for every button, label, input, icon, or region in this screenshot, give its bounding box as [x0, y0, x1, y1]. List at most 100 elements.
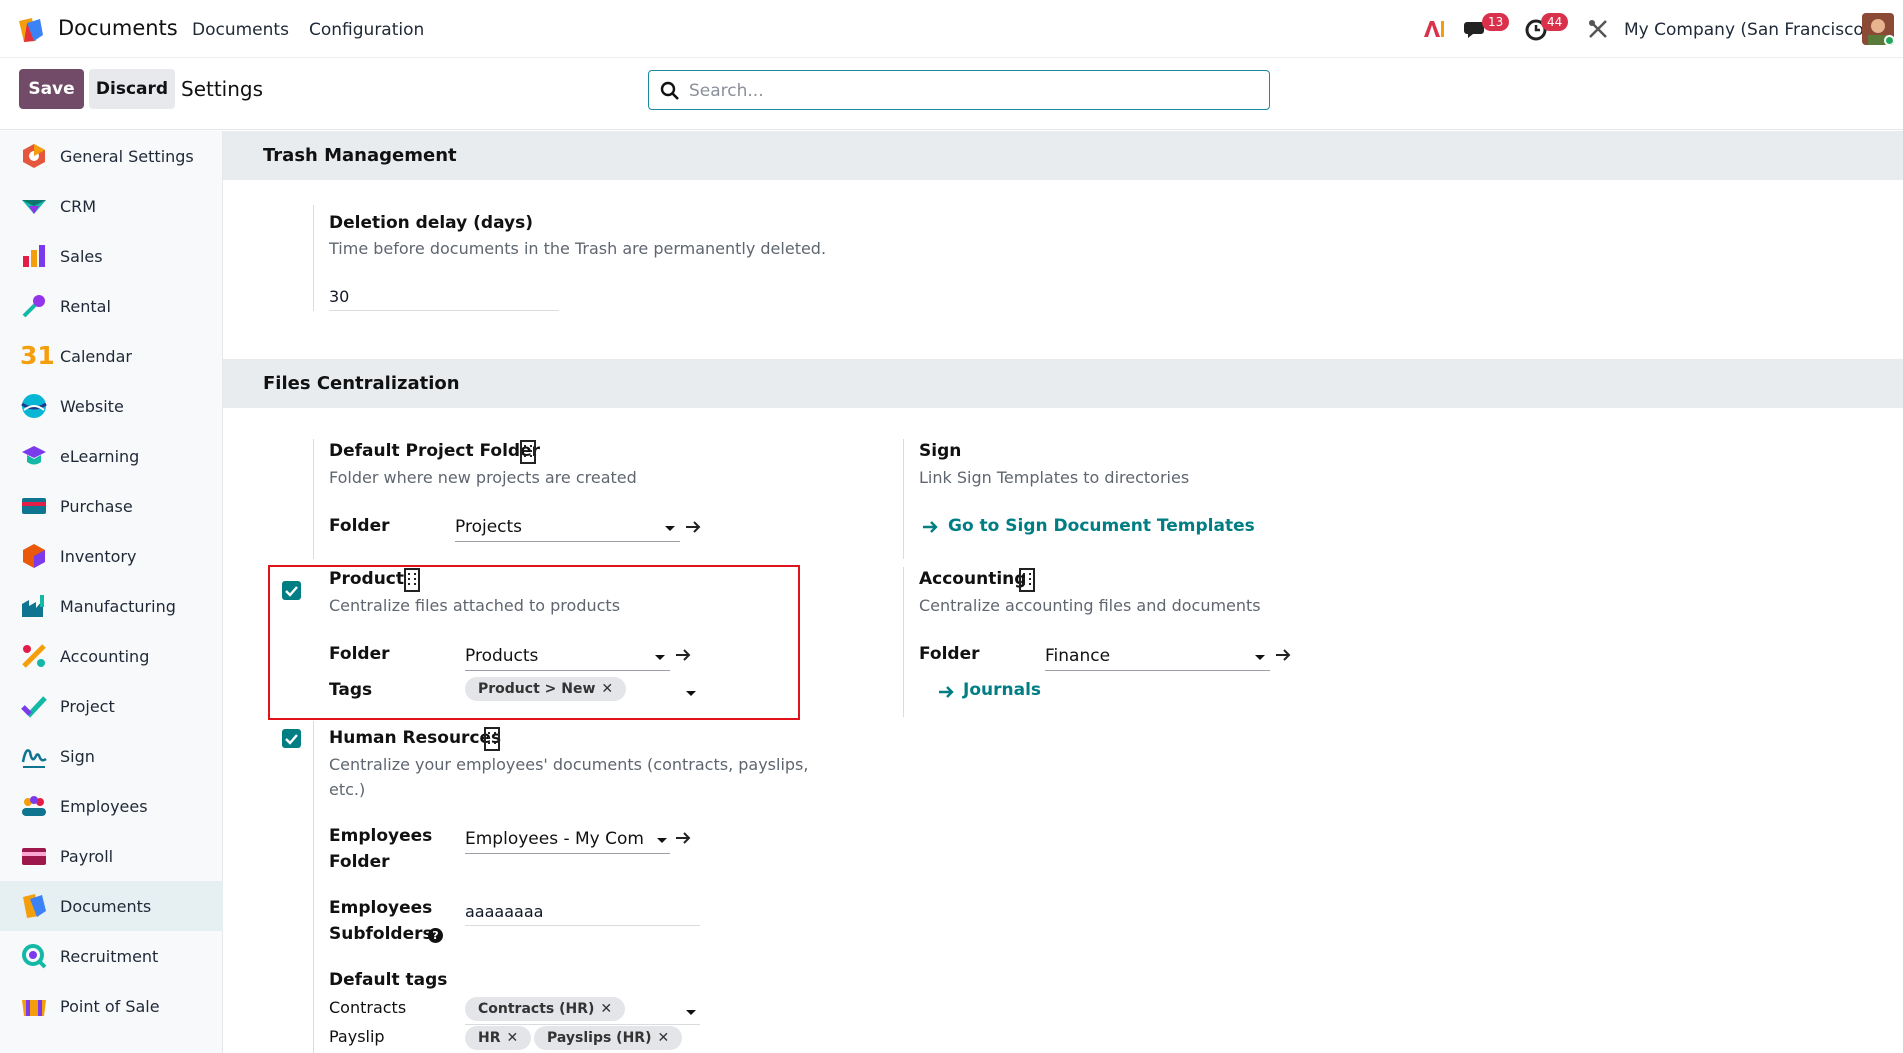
tools-icon[interactable] [1585, 16, 1611, 42]
employees-icon [22, 796, 46, 816]
sidebar-item-calendar[interactable]: 31 Calendar [0, 331, 223, 381]
setting-divider [313, 439, 314, 559]
user-avatar[interactable] [1862, 13, 1894, 45]
section-title: Trash Management [263, 145, 457, 166]
sidebar-item-elearning[interactable]: eLearning [0, 431, 223, 481]
sign-templates-link[interactable]: Go to Sign Document Templates [948, 516, 1255, 536]
sign-icon [21, 749, 47, 768]
tag-pill[interactable]: Payslips (HR) ✕ [534, 1026, 683, 1050]
sidebar-item-recruitment[interactable]: Recruitment [0, 931, 223, 981]
hr-desc-continued: etc.) [329, 780, 366, 799]
remove-tag-icon[interactable]: ✕ [600, 1001, 612, 1017]
sidebar-item-rental[interactable]: Rental [0, 281, 223, 331]
accounting-folder-value: Finance [1045, 646, 1111, 666]
arrow-right-icon[interactable] [1274, 646, 1292, 664]
accounting-folder-select[interactable]: Finance [1045, 643, 1270, 671]
sidebar-item-project[interactable]: Project [0, 681, 223, 731]
folder-label: Folder [919, 644, 980, 664]
sidebar-item-documents[interactable]: Documents [0, 881, 223, 931]
top-navbar: Documents Documents Configuration 13 44 … [0, 0, 1903, 58]
remove-tag-icon[interactable]: ✕ [507, 1030, 519, 1046]
tag-pill[interactable]: HR ✕ [465, 1026, 532, 1050]
sidebar-item-general-settings[interactable]: General Settings [0, 131, 223, 181]
remove-tag-icon[interactable]: ✕ [657, 1030, 669, 1046]
accounting-icon [22, 644, 46, 668]
sidebar-item-label: Sign [60, 746, 95, 766]
tag-pill[interactable]: Contracts (HR) ✕ [465, 997, 626, 1021]
employees-folder-value: Employees - My Com… [465, 829, 645, 849]
sidebar-item-label: Documents [60, 896, 152, 916]
project-folder-select[interactable]: Projects [455, 514, 680, 542]
menu-documents[interactable]: Documents [192, 20, 289, 40]
chevron-down-icon[interactable] [686, 691, 696, 696]
chevron-down-icon[interactable] [686, 1010, 696, 1015]
search-input[interactable] [689, 77, 1249, 105]
sidebar-item-purchase[interactable]: Purchase [0, 481, 223, 531]
contracts-label: Contracts [329, 998, 407, 1017]
rental-icon [22, 295, 45, 318]
sidebar-item-sales[interactable]: Sales [0, 231, 223, 281]
inventory-icon [23, 544, 45, 568]
hr-title: Human Resources [329, 728, 502, 748]
product-folder-select[interactable]: Products [465, 643, 670, 671]
ai-icon[interactable] [1421, 16, 1447, 42]
company-building-icon [484, 727, 500, 751]
sidebar-item-label: Inventory [60, 546, 137, 566]
sidebar-item-label: eLearning [60, 446, 140, 466]
sign-title: Sign [919, 441, 962, 461]
sidebar-item-manufacturing[interactable]: Manufacturing [0, 581, 223, 631]
online-status-dot [1884, 35, 1894, 45]
chevron-down-icon [657, 838, 667, 843]
documents-icon [23, 894, 46, 918]
menu-configuration[interactable]: Configuration [309, 20, 424, 40]
sidebar-item-inventory[interactable]: Inventory [0, 531, 223, 581]
deletion-delay-value: 30 [329, 287, 350, 306]
sales-icon [23, 245, 45, 267]
employees-folder-select[interactable]: Employees - My Com… [465, 826, 670, 854]
arrow-right-icon[interactable] [684, 518, 702, 536]
sidebar-item-employees[interactable]: Employees [0, 781, 223, 831]
sidebar-item-point-of-sale[interactable]: Point of Sale [0, 981, 223, 1031]
tag-label: Payslips (HR) [547, 1030, 652, 1046]
journals-link[interactable]: Journals [963, 680, 1041, 700]
hr-checkbox[interactable] [282, 729, 301, 748]
sidebar-item-crm[interactable]: CRM [0, 181, 223, 231]
sidebar-item-accounting[interactable]: Accounting [0, 631, 223, 681]
setting-divider [903, 439, 904, 559]
sidebar-item-label: General Settings [60, 146, 194, 166]
search-box[interactable] [648, 70, 1270, 110]
discard-button[interactable]: Discard [89, 69, 175, 109]
section-trash-management: Trash Management [223, 131, 1903, 180]
sign-desc: Link Sign Templates to directories [919, 468, 1190, 487]
documents-app-logo[interactable] [16, 15, 46, 45]
sidebar-item-sign[interactable]: Sign [0, 731, 223, 781]
employees-subfolders-label-continued: Subfolders [329, 924, 433, 944]
tag-label: Product > New [478, 681, 596, 697]
company-building-icon [1019, 568, 1035, 592]
field-underline [465, 1024, 700, 1025]
tags-label: Tags [329, 680, 373, 700]
employees-subfolders-value: aaaaaaaa [465, 902, 544, 921]
arrow-right-icon[interactable] [674, 829, 692, 847]
product-folder-value: Products [465, 646, 539, 666]
sidebar-item-label: Calendar [60, 346, 132, 366]
product-checkbox[interactable] [282, 581, 301, 600]
sidebar-item-website[interactable]: Website [0, 381, 223, 431]
employees-subfolders-input[interactable]: aaaaaaaa [465, 898, 700, 926]
arrow-right-icon[interactable] [674, 646, 692, 664]
save-button[interactable]: Save [19, 69, 84, 109]
help-icon[interactable]: ? [428, 928, 443, 943]
payslip-label: Payslip [329, 1027, 385, 1046]
remove-tag-icon[interactable]: ✕ [601, 681, 613, 697]
sidebar-item-payroll[interactable]: Payroll [0, 831, 223, 881]
project-folder-value: Projects [455, 517, 523, 537]
control-panel: Save Discard Settings [0, 58, 1903, 130]
sidebar-item-label: Purchase [60, 496, 133, 516]
arrow-right-icon [923, 521, 938, 533]
deletion-delay-input[interactable]: 30 [329, 283, 559, 311]
tag-pill[interactable]: Product > New ✕ [465, 677, 627, 701]
chevron-down-icon [665, 526, 675, 531]
default-project-folder-desc: Folder where new projects are created [329, 468, 637, 487]
default-tags-label: Default tags [329, 970, 448, 990]
company-switcher[interactable]: My Company (San Francisco) [1624, 20, 1870, 40]
